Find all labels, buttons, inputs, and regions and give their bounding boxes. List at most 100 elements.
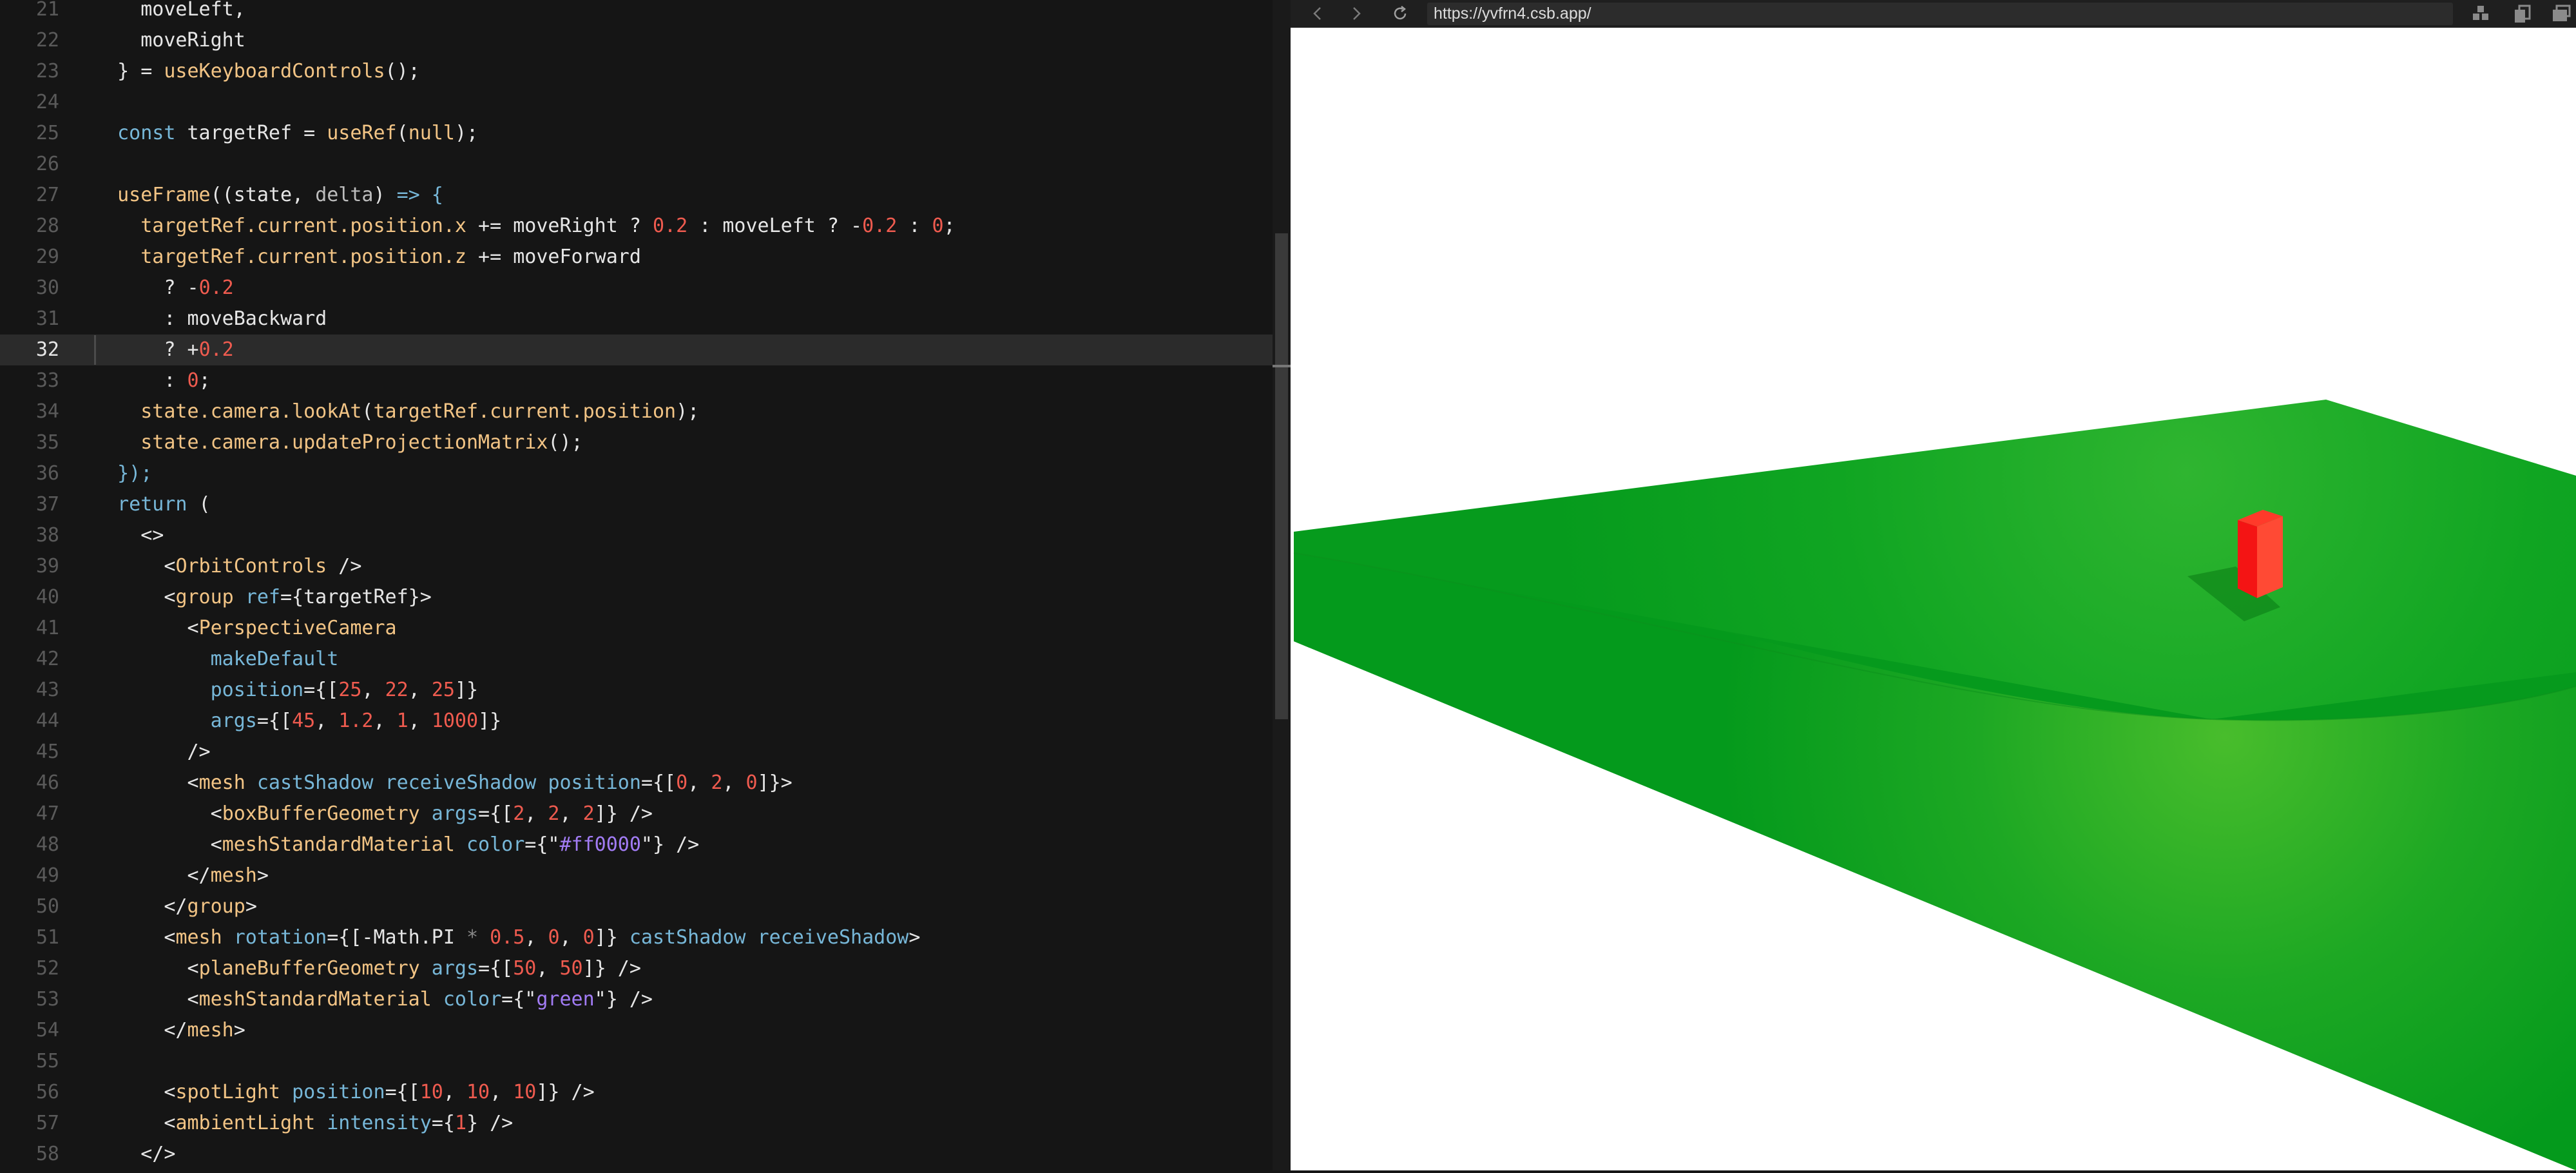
code-line[interactable]: 39 <OrbitControls /> xyxy=(0,551,1273,582)
code-line[interactable]: 22 moveRight xyxy=(0,25,1273,56)
code-text: args={[45, 1.2, 1, 1000]} xyxy=(94,706,502,737)
code-token: < xyxy=(94,833,222,856)
code-line[interactable]: 23 } = useKeyboardControls(); xyxy=(0,56,1273,87)
open-new-window-button[interactable] xyxy=(2552,5,2571,24)
refresh-button[interactable] xyxy=(1389,0,1412,28)
code-token: ={" xyxy=(524,833,560,856)
line-number: 40 xyxy=(35,586,59,608)
code-token: targetRef.current.position.z xyxy=(140,246,466,268)
code-line[interactable]: 49 </mesh> xyxy=(0,860,1273,891)
address-bar[interactable]: https://yvfrn4.csb.app/ xyxy=(1427,3,2453,25)
three-canvas[interactable] xyxy=(1291,28,2576,1170)
forward-button[interactable] xyxy=(1345,0,1368,28)
code-token: spotLight xyxy=(175,1081,280,1103)
codesandbox-button[interactable] xyxy=(2472,5,2491,24)
code-line[interactable]: 28 targetRef.current.position.x += moveR… xyxy=(0,211,1273,242)
line-number: 29 xyxy=(35,246,59,268)
code-token: const xyxy=(117,122,176,144)
code-token: /> xyxy=(94,741,211,763)
line-number: 24 xyxy=(35,91,59,113)
code-token: ={" xyxy=(501,988,537,1011)
code-token: planeBufferGeometry xyxy=(198,957,420,980)
code-token: : xyxy=(94,369,187,392)
code-line[interactable]: 53 <meshStandardMaterial color={"green"}… xyxy=(0,984,1273,1015)
line-number: 45 xyxy=(35,741,59,763)
code-line[interactable]: 21 moveLeft, xyxy=(0,0,1273,25)
code-token: castShadow xyxy=(256,771,374,794)
code-line[interactable]: 55 xyxy=(0,1046,1273,1077)
code-line[interactable]: 43 position={[25, 22, 25]} xyxy=(0,675,1273,706)
code-line[interactable]: 57 <ambientLight intensity={1} /> xyxy=(0,1108,1273,1139)
code-token: ]} /> xyxy=(582,957,641,980)
line-number: 36 xyxy=(35,462,59,485)
code-token: ={[- xyxy=(327,926,374,949)
copy-button[interactable] xyxy=(2513,5,2532,24)
code-line[interactable]: 44 args={[45, 1.2, 1, 1000]} xyxy=(0,706,1273,737)
code-line[interactable]: 58 </> xyxy=(0,1139,1273,1170)
code-line[interactable]: 41 <PerspectiveCamera xyxy=(0,613,1273,644)
code-token: 10 xyxy=(419,1081,443,1103)
code-text: <boxBufferGeometry args={[2, 2, 2]} /> xyxy=(94,799,653,829)
code-line[interactable]: 56 <spotLight position={[10, 10, 10]} /> xyxy=(0,1077,1273,1108)
line-number: 44 xyxy=(35,710,59,732)
code-token: < xyxy=(94,617,199,639)
code-token: 0 xyxy=(548,926,560,949)
code-token: ; xyxy=(198,369,211,392)
code-token: (); xyxy=(385,60,420,82)
editor-scrollbar[interactable] xyxy=(1273,0,1291,1170)
code-line[interactable]: 52 <planeBufferGeometry args={[50, 50]} … xyxy=(0,953,1273,984)
code-token: mesh xyxy=(175,926,222,949)
code-line[interactable]: 36 }); xyxy=(0,458,1273,489)
code-line[interactable]: 37 return ( xyxy=(0,489,1273,520)
code-token: , xyxy=(536,957,560,980)
code-token: , xyxy=(373,710,397,732)
code-line[interactable]: 26 xyxy=(0,149,1273,180)
code-token: ); xyxy=(454,122,479,144)
code-token: => { xyxy=(396,184,443,206)
scrollbar-thumb[interactable] xyxy=(1275,233,1288,719)
code-line[interactable]: 27 useFrame((state, delta) => { xyxy=(0,180,1273,211)
code-token: ? + xyxy=(94,338,199,361)
line-number: 32 xyxy=(35,338,59,361)
code-line[interactable]: 29 targetRef.current.position.z += moveF… xyxy=(0,242,1273,273)
code-token: useRef xyxy=(327,122,397,144)
code-line[interactable]: 47 <boxBufferGeometry args={[2, 2, 2]} /… xyxy=(0,799,1273,829)
code-token: ref xyxy=(245,586,280,608)
code-line[interactable]: 51 <mesh rotation={[-Math.PI * 0.5, 0, 0… xyxy=(0,922,1273,953)
code-line[interactable]: 38 <> xyxy=(0,520,1273,551)
code-token: ={[ xyxy=(385,1081,420,1103)
back-button[interactable] xyxy=(1306,0,1329,28)
code-line[interactable]: 46 <mesh castShadow receiveShadow positi… xyxy=(0,768,1273,799)
code-line[interactable]: 31 : moveBackward xyxy=(0,304,1273,334)
code-line[interactable]: 48 <meshStandardMaterial color={"#ff0000… xyxy=(0,829,1273,860)
code-line[interactable]: 42 makeDefault xyxy=(0,644,1273,675)
code-line[interactable]: 24 xyxy=(0,87,1273,118)
code-text: position={[25, 22, 25]} xyxy=(94,675,478,706)
code-token: > xyxy=(233,1019,245,1042)
code-token: < xyxy=(94,1081,176,1103)
code-line[interactable]: 32 ? +0.2 xyxy=(0,334,1273,365)
line-number: 37 xyxy=(35,493,59,516)
code-editor[interactable]: 21 moveLeft, 22 moveRight 23 } = useKeyboa… xyxy=(0,0,1273,1170)
code-line[interactable]: 25 const targetRef = useRef(null); xyxy=(0,118,1273,149)
code-line[interactable]: 30 ? -0.2 xyxy=(0,273,1273,304)
code-token: PerspectiveCamera xyxy=(198,617,397,639)
code-token: targetRef.current.position xyxy=(373,400,677,423)
line-number: 28 xyxy=(35,215,59,237)
code-line[interactable]: 54 </mesh> xyxy=(0,1015,1273,1046)
code-token: OrbitControls xyxy=(175,555,327,577)
code-token: < xyxy=(94,555,176,577)
code-text: <spotLight position={[10, 10, 10]} /> xyxy=(94,1077,594,1108)
code-token: boxBufferGeometry xyxy=(222,802,420,825)
code-token: += moveForward xyxy=(466,246,641,268)
line-number: 50 xyxy=(35,895,59,918)
code-token: useKeyboardControls xyxy=(164,60,385,82)
code-line[interactable]: 34 state.camera.lookAt(targetRef.current… xyxy=(0,396,1273,427)
code-line[interactable]: 40 <group ref={targetRef}> xyxy=(0,582,1273,613)
code-line[interactable]: 50 </group> xyxy=(0,891,1273,922)
code-line[interactable]: 35 state.camera.updateProjectionMatrix()… xyxy=(0,427,1273,458)
code-line[interactable]: 45 /> xyxy=(0,737,1273,768)
code-line[interactable]: 33 : 0; xyxy=(0,365,1273,396)
